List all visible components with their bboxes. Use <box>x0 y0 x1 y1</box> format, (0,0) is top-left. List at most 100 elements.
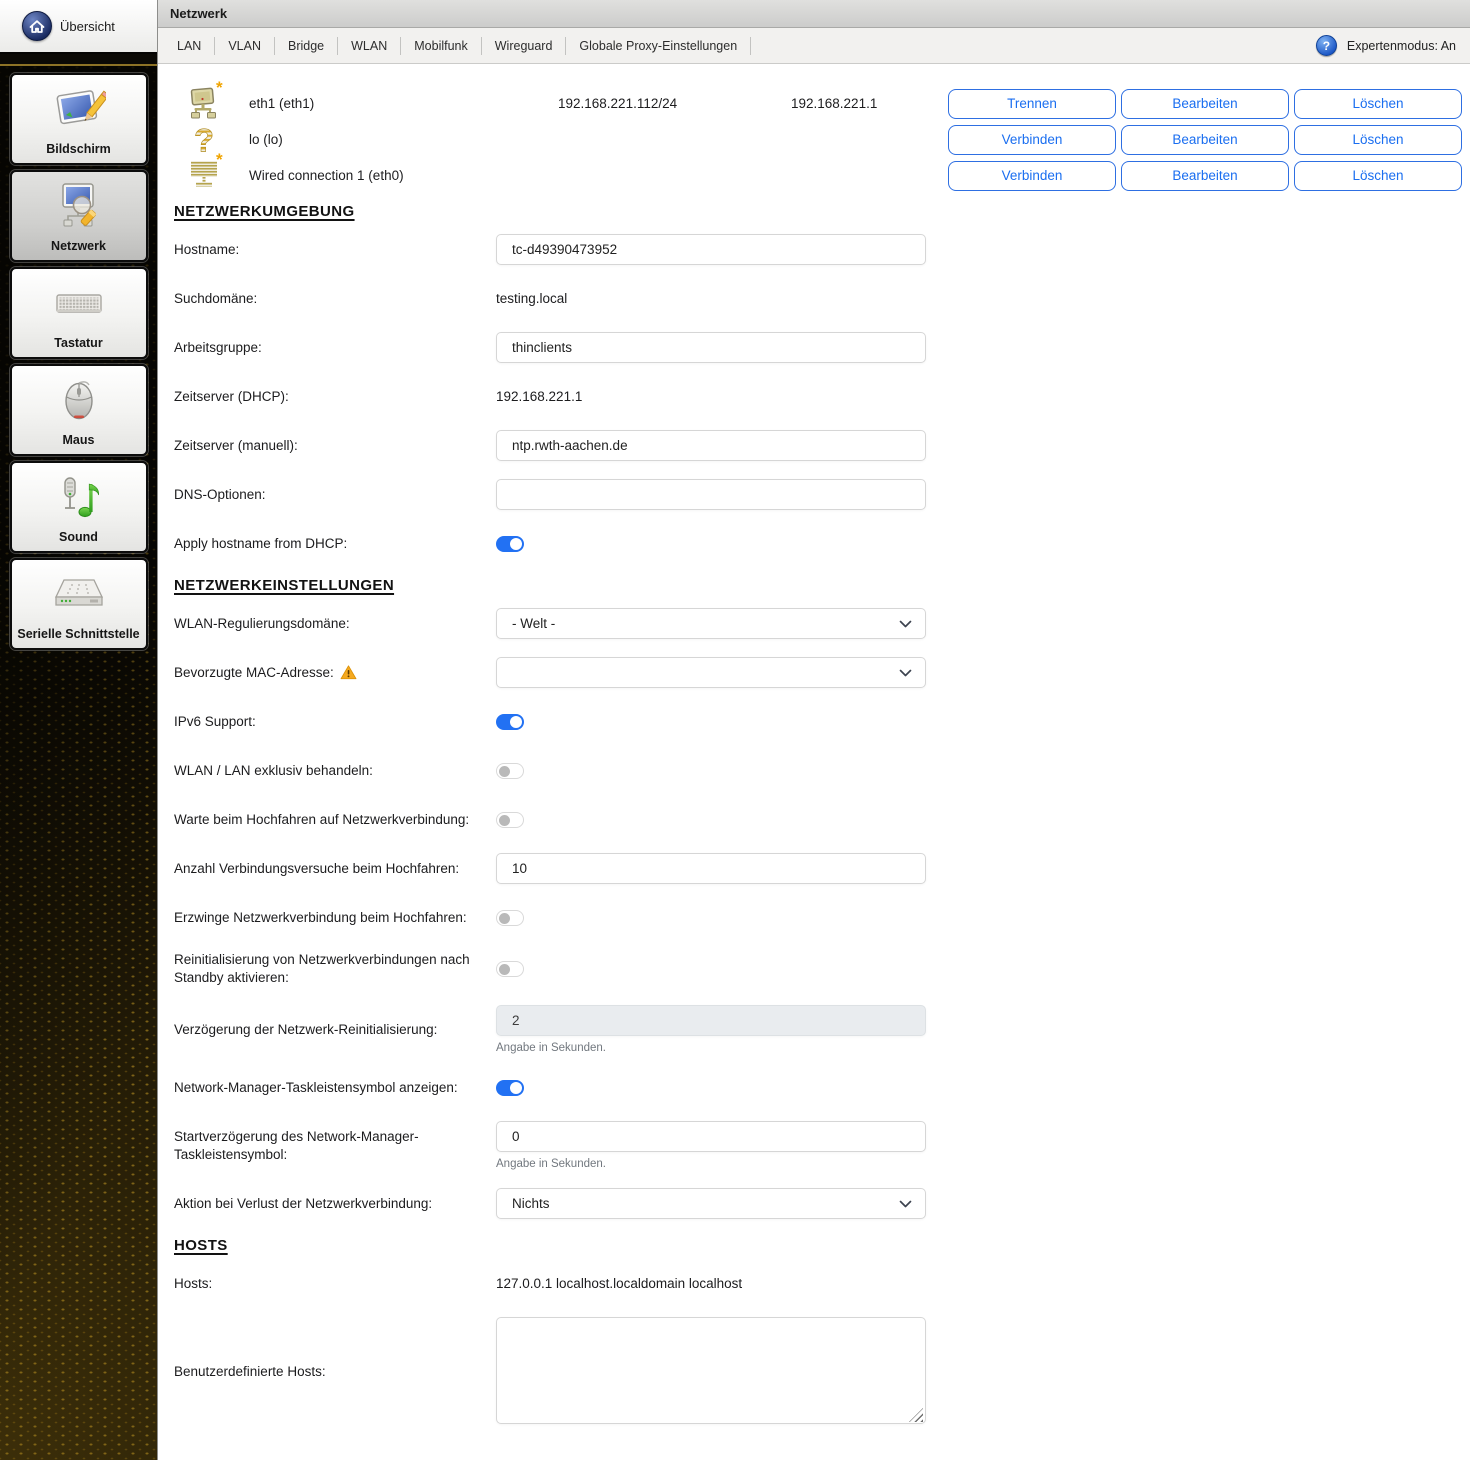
chevron-down-icon <box>899 620 912 627</box>
field-label: Aktion bei Verlust der Netzwerkverbindun… <box>174 1195 433 1211</box>
wlan-regulatory-domain-select[interactable]: - Welt - <box>496 608 926 639</box>
field-reinit-nach-standby: Reinitialisierung von Netzwerkverbindung… <box>174 951 1462 987</box>
field-warte-beim-hochfahren: Warte beim Hochfahren auf Netzwerkverbin… <box>174 804 1462 835</box>
mouse-icon <box>52 366 106 434</box>
field-zeitserver-manuell: Zeitserver (manuell): <box>174 430 1462 461</box>
keyboard-icon <box>52 269 106 337</box>
sidebar-overview-label: Übersicht <box>60 18 115 34</box>
sidebar-item-label: Tastatur <box>54 336 103 350</box>
sidebar-texture <box>0 655 157 1460</box>
tab-lan[interactable]: LAN <box>164 38 214 54</box>
field-arbeitsgruppe: Arbeitsgruppe: <box>174 332 1462 363</box>
wait-network-boot-toggle[interactable] <box>496 811 524 828</box>
tab-bar: LAN VLAN Bridge WLAN Mobilfunk Wireguard… <box>158 28 1470 64</box>
search-domain-value: testing.local <box>496 291 568 306</box>
nm-tray-delay-input[interactable] <box>496 1121 926 1152</box>
interface-name: Wired connection 1 (eth0) <box>249 168 404 183</box>
main-panel: Netzwerk LAN VLAN Bridge WLAN Mobilfunk … <box>158 0 1470 1460</box>
svg-text:?: ? <box>194 122 214 158</box>
page-title: Netzwerk <box>158 0 1470 28</box>
nm-tray-icon-toggle[interactable] <box>496 1079 524 1096</box>
sidebar-item-label: Netzwerk <box>51 239 106 253</box>
hostname-input[interactable] <box>496 234 926 265</box>
field-benutzerdefinierte-hosts: Benutzerdefinierte Hosts: <box>174 1317 1462 1427</box>
edit-button[interactable]: Bearbeiten <box>1121 160 1289 191</box>
tab-vlan[interactable]: VLAN <box>215 38 274 54</box>
help-icon[interactable]: ? <box>1315 35 1337 56</box>
field-label: Apply hostname from DHCP: <box>174 535 348 551</box>
field-hostname: Hostname: <box>174 234 1462 265</box>
tab-wlan[interactable]: WLAN <box>338 38 400 54</box>
interface-row-lo: ? lo (lo) Verbinden Bearbeiten Löschen <box>174 122 1462 158</box>
field-erzwinge-netzwerkverbindung: Erzwinge Netzwerkverbindung beim Hochfah… <box>174 902 1462 933</box>
connection-loss-action-select[interactable]: Nichts <box>496 1188 926 1219</box>
sidebar-divider <box>0 52 157 66</box>
sidebar-item-bildschirm[interactable]: Bildschirm <box>9 73 148 165</box>
workgroup-input[interactable] <box>496 332 926 363</box>
field-nm-taskleistensymbol: Network-Manager-Taskleistensymbol anzeig… <box>174 1072 1462 1103</box>
tab-mobilfunk[interactable]: Mobilfunk <box>401 38 481 54</box>
delete-button[interactable]: Löschen <box>1294 124 1462 155</box>
field-verzoegerung-reinitialisierung: Verzögerung der Netzwerk-Reinitialisieru… <box>174 1005 1462 1054</box>
sidebar-item-serielle-schnittstelle[interactable]: Serielle Schnittstelle <box>9 558 148 650</box>
sidebar-item-label: Serielle Schnittstelle <box>17 627 140 641</box>
serial-port-icon <box>52 560 106 628</box>
field-verbindungsversuche: Anzahl Verbindungsversuche beim Hochfahr… <box>174 853 1462 884</box>
chevron-down-icon <box>899 1200 912 1207</box>
edit-button[interactable]: Bearbeiten <box>1121 124 1289 155</box>
sidebar-item-tastatur[interactable]: Tastatur <box>9 267 148 359</box>
select-value: - Welt - <box>512 616 556 631</box>
sidebar-item-netzwerk[interactable]: Netzwerk <box>9 170 148 262</box>
sidebar-item-label: Sound <box>59 530 98 544</box>
wlan-lan-exclusive-toggle[interactable] <box>496 762 524 779</box>
tab-globale-proxy-einstellungen[interactable]: Globale Proxy-Einstellungen <box>566 38 750 54</box>
tab-divider <box>750 36 752 55</box>
sidebar-item-maus[interactable]: Maus <box>9 364 148 456</box>
interface-ip: 192.168.221.112/24 <box>558 96 678 111</box>
connect-button[interactable]: Verbinden <box>948 124 1116 155</box>
field-label: Zeitserver (DHCP): <box>174 388 289 404</box>
sidebar-item-overview[interactable]: Übersicht <box>0 0 157 52</box>
field-label: Hosts: <box>174 1275 213 1291</box>
chevron-down-icon <box>899 669 912 676</box>
edit-button[interactable]: Bearbeiten <box>1121 88 1289 119</box>
delete-button[interactable]: Löschen <box>1294 160 1462 191</box>
delete-button[interactable]: Löschen <box>1294 88 1462 119</box>
wired-connection-icon: * <box>174 150 249 193</box>
field-label: WLAN / LAN exklusiv behandeln: <box>174 762 373 778</box>
expert-mode-label: Expertenmodus: An <box>1346 38 1456 53</box>
field-label: Hostname: <box>174 241 240 257</box>
section-title-netzwerkeinstellungen: NETZWERKEINSTELLUNGEN <box>174 577 395 594</box>
field-startverzoegerung-nm: Startverzögerung des Network-Manager-Tas… <box>174 1121 1462 1170</box>
field-label: Verzögerung der Netzwerk-Reinitialisieru… <box>174 1021 438 1037</box>
force-network-boot-toggle[interactable] <box>496 909 524 926</box>
ipv6-support-toggle[interactable] <box>496 713 524 730</box>
display-icon <box>52 75 106 143</box>
field-label: Bevorzugte MAC-Adresse: <box>174 664 334 680</box>
preferred-mac-select[interactable] <box>496 657 926 688</box>
field-apply-hostname-dhcp: Apply hostname from DHCP: <box>174 528 1462 559</box>
tab-bridge[interactable]: Bridge <box>275 38 337 54</box>
field-label: Reinitialisierung von Netzwerkverbindung… <box>174 952 470 985</box>
reinit-after-standby-toggle[interactable] <box>496 961 524 977</box>
select-value: Nichts <box>512 1196 550 1211</box>
field-label: Erzwinge Netzwerkverbindung beim Hochfah… <box>174 909 467 925</box>
field-label: Benutzerdefinierte Hosts: <box>174 1364 326 1379</box>
network-icon <box>52 172 106 240</box>
apply-hostname-dhcp-toggle[interactable] <box>496 535 524 552</box>
dns-options-input[interactable] <box>496 479 926 510</box>
new-marker: * <box>216 77 223 97</box>
interface-gateway: 192.168.221.1 <box>791 96 878 111</box>
sidebar-item-sound[interactable]: Sound <box>9 461 148 553</box>
custom-hosts-textarea[interactable] <box>496 1317 926 1424</box>
new-marker: * <box>216 149 223 169</box>
warning-icon <box>340 665 357 680</box>
disconnect-button[interactable]: Trennen <box>948 88 1116 119</box>
connect-button[interactable]: Verbinden <box>948 160 1116 191</box>
connection-attempts-input[interactable] <box>496 853 926 884</box>
timeserver-manual-input[interactable] <box>496 430 926 461</box>
field-helper-text: Angabe in Sekunden. <box>496 1158 606 1170</box>
tab-wireguard[interactable]: Wireguard <box>482 38 566 54</box>
timeserver-dhcp-value: 192.168.221.1 <box>496 389 583 404</box>
hosts-value: 127.0.0.1 localhost.localdomain localhos… <box>496 1276 743 1291</box>
